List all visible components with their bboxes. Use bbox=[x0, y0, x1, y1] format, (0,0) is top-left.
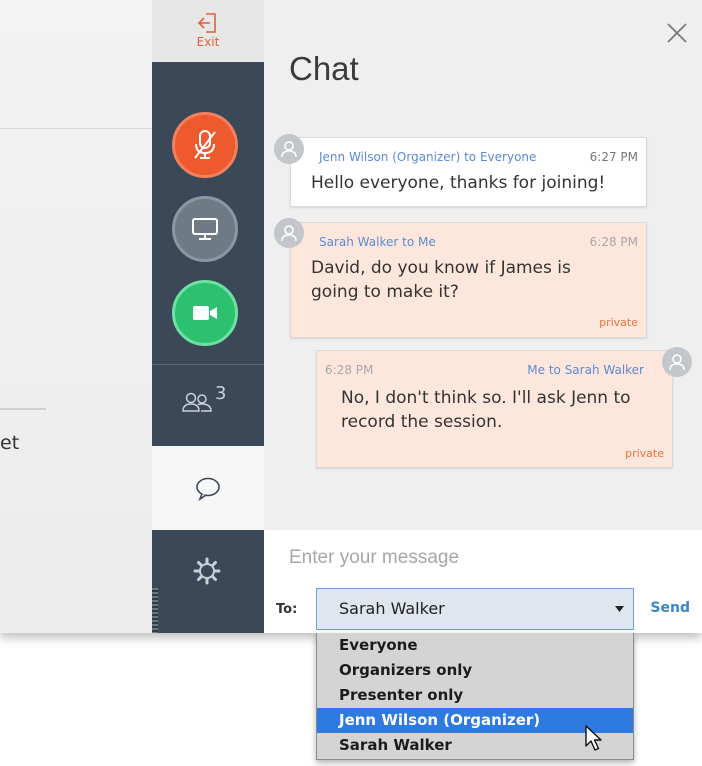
controls-panel: 3 bbox=[152, 62, 264, 446]
attendee-count: 3 bbox=[215, 382, 227, 404]
private-chat-message: 6:28 PM Me to Sarah Walker No, I don't t… bbox=[316, 350, 673, 468]
attendees-button[interactable]: 3 bbox=[180, 382, 242, 420]
content-text-fragment: et bbox=[0, 432, 20, 454]
mic-muted-icon bbox=[194, 130, 216, 159]
private-chat-message: Sarah Walker to Me 6:28 PM David, do you… bbox=[290, 222, 647, 338]
recipient-select[interactable]: Sarah Walker bbox=[316, 588, 634, 630]
settings-area bbox=[152, 530, 264, 633]
user-avatar-icon bbox=[662, 347, 692, 377]
user-avatar-icon bbox=[274, 218, 304, 248]
exit-button[interactable]: Exit bbox=[152, 0, 264, 62]
chat-message: Jenn Wilson (Organizer) to Everyone 6:27… bbox=[290, 137, 647, 207]
mic-toggle-button[interactable] bbox=[172, 112, 238, 178]
message-compose-area: To: Sarah Walker Send bbox=[264, 530, 702, 633]
exit-label: Exit bbox=[196, 35, 220, 49]
control-rail: Exit 3 bbox=[152, 0, 264, 633]
recipient-option-everyone[interactable]: Everyone bbox=[317, 633, 633, 658]
caret-down-icon bbox=[615, 606, 624, 612]
message-time: 6:27 PM bbox=[589, 150, 638, 164]
message-time: 6:28 PM bbox=[325, 363, 374, 377]
recipient-option-presenter[interactable]: Presenter only bbox=[317, 683, 633, 708]
private-tag: private bbox=[625, 447, 664, 460]
message-input[interactable] bbox=[289, 542, 679, 574]
screen-share-button[interactable] bbox=[172, 196, 238, 262]
close-icon[interactable] bbox=[664, 20, 690, 46]
people-icon bbox=[182, 392, 212, 412]
gear-icon[interactable] bbox=[192, 556, 222, 586]
content-divider bbox=[0, 128, 152, 129]
mouse-cursor-icon bbox=[585, 725, 602, 751]
message-text: No, I don't think so. I'll ask Jenn to r… bbox=[341, 388, 631, 432]
rail-separator bbox=[152, 364, 264, 365]
message-text: David, do you know if James is going to … bbox=[311, 258, 571, 302]
video-camera-icon bbox=[193, 306, 217, 320]
meeting-window: et Exit 3 Chat Jenn Wilson (Organizer) t… bbox=[0, 0, 702, 633]
exit-icon bbox=[197, 13, 216, 33]
user-avatar-icon bbox=[274, 134, 304, 164]
chat-bubble-icon bbox=[196, 477, 220, 501]
send-button[interactable]: Send bbox=[650, 600, 690, 616]
message-header: Jenn Wilson (Organizer) to Everyone bbox=[319, 150, 537, 164]
chat-tab-button[interactable] bbox=[152, 446, 264, 530]
monitor-icon bbox=[192, 218, 218, 240]
meeting-content-area: et bbox=[0, 0, 152, 633]
message-header: Sarah Walker to Me bbox=[319, 235, 436, 249]
message-text: Hello everyone, thanks for joining! bbox=[311, 173, 606, 193]
resize-grip[interactable] bbox=[152, 588, 158, 633]
recipient-selected-value: Sarah Walker bbox=[339, 599, 445, 618]
private-tag: private bbox=[599, 316, 638, 329]
content-dash bbox=[0, 408, 46, 410]
chat-title: Chat bbox=[289, 50, 359, 87]
chat-panel: Chat Jenn Wilson (Organizer) to Everyone… bbox=[264, 0, 702, 633]
message-header: Me to Sarah Walker bbox=[527, 363, 644, 377]
recipient-option-organizers[interactable]: Organizers only bbox=[317, 658, 633, 683]
message-time: 6:28 PM bbox=[589, 235, 638, 249]
to-label: To: bbox=[276, 602, 298, 617]
video-toggle-button[interactable] bbox=[172, 280, 238, 346]
